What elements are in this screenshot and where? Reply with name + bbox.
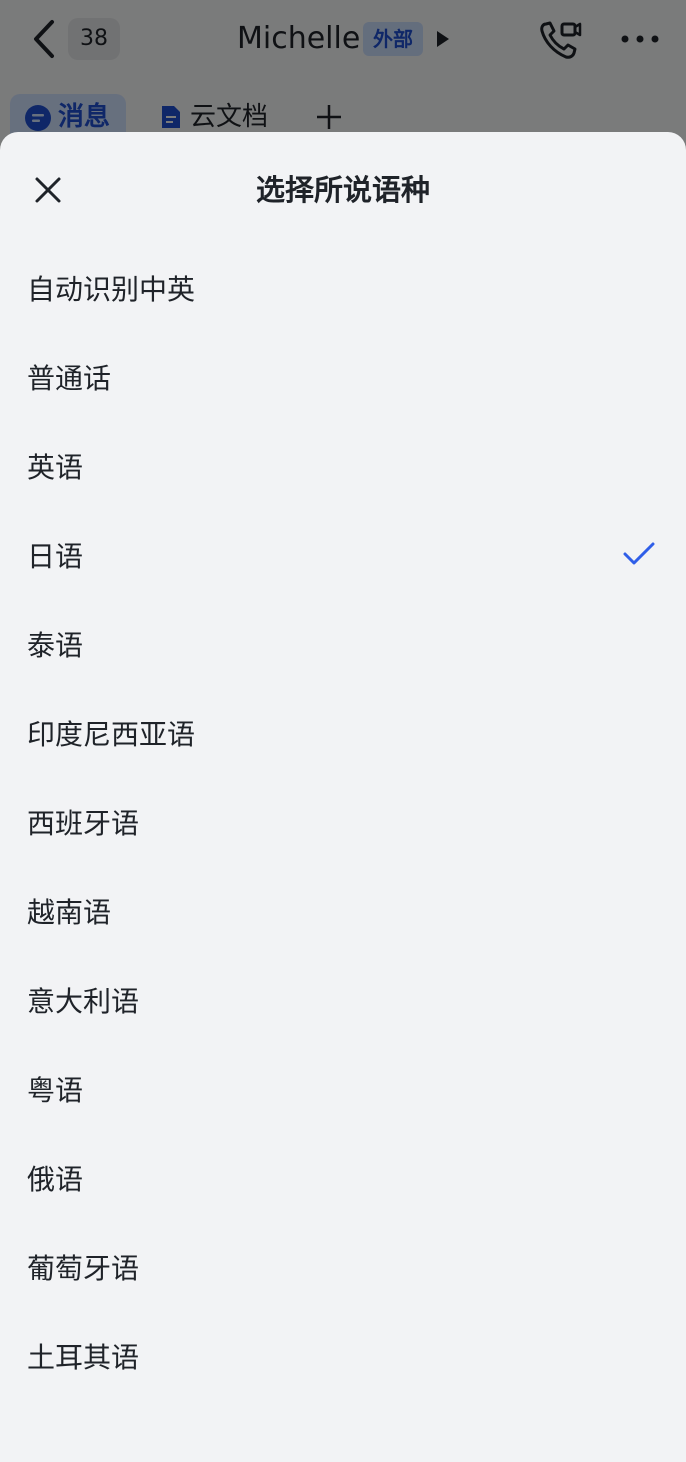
option-label: 日语 bbox=[27, 540, 84, 573]
option-label: 粤语 bbox=[27, 1074, 84, 1107]
sheet-title: 选择所说语种 bbox=[255, 173, 430, 207]
language-option-selected[interactable]: 日语 bbox=[0, 512, 686, 601]
language-option[interactable]: 越南语 bbox=[0, 868, 686, 957]
language-option[interactable]: 自动识别中英 bbox=[0, 245, 686, 334]
option-label: 越南语 bbox=[27, 896, 112, 929]
option-label: 土耳其语 bbox=[27, 1341, 140, 1374]
option-label: 普通话 bbox=[27, 362, 112, 395]
language-option[interactable]: 俄语 bbox=[0, 1135, 686, 1224]
option-label: 俄语 bbox=[27, 1163, 84, 1196]
language-option[interactable]: 泰语 bbox=[0, 601, 686, 690]
language-option[interactable]: 普通话 bbox=[0, 334, 686, 423]
language-select-sheet: 选择所说语种 自动识别中英 普通话 英语 日语 泰语 印度尼西亚语 西班牙语 越… bbox=[0, 132, 686, 1462]
option-label: 自动识别中英 bbox=[27, 273, 196, 306]
language-option[interactable]: 葡萄牙语 bbox=[0, 1224, 686, 1313]
option-label: 泰语 bbox=[27, 629, 84, 662]
option-label: 西班牙语 bbox=[27, 807, 140, 840]
option-label: 葡萄牙语 bbox=[27, 1252, 140, 1285]
option-label: 英语 bbox=[27, 451, 84, 484]
language-option[interactable]: 意大利语 bbox=[0, 957, 686, 1046]
language-option[interactable]: 土耳其语 bbox=[0, 1313, 686, 1402]
language-option[interactable]: 印度尼西亚语 bbox=[0, 690, 686, 779]
language-option[interactable]: 英语 bbox=[0, 423, 686, 512]
language-option[interactable]: 粤语 bbox=[0, 1046, 686, 1135]
language-option[interactable]: 西班牙语 bbox=[0, 779, 686, 868]
checkmark-icon bbox=[623, 542, 655, 565]
option-label: 意大利语 bbox=[27, 985, 140, 1018]
option-label: 印度尼西亚语 bbox=[27, 718, 196, 751]
